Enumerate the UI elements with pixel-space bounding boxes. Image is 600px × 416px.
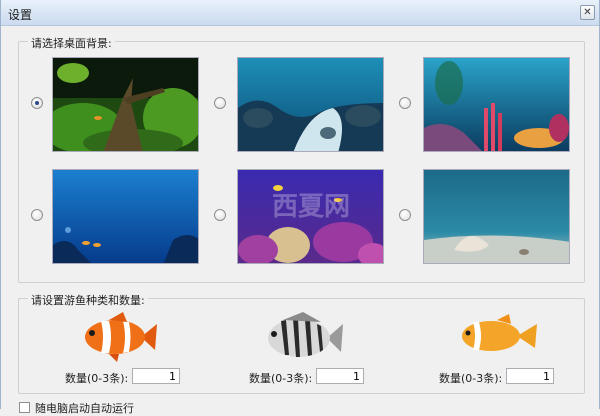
autostart-label[interactable]: 随电脑启动自动运行	[35, 400, 134, 416]
orange-clownfish-icon[interactable]	[457, 314, 539, 358]
thumbnail-bg-2[interactable]	[237, 57, 384, 152]
radio-bg-3[interactable]	[399, 97, 411, 109]
thumbnail-bg-3[interactable]	[423, 57, 570, 152]
thumbnail-bg-5[interactable]: 西夏网	[237, 169, 384, 264]
radio-bg-4[interactable]	[31, 209, 43, 221]
radio-bg-2[interactable]	[214, 97, 226, 109]
thumbnail-bg-6[interactable]	[423, 169, 570, 264]
fish-2-quantity-label: 数量(0-3条):	[249, 372, 313, 385]
watermark-text: 西夏网	[272, 192, 350, 222]
thumbnail-bg-4[interactable]	[52, 169, 199, 264]
settings-window: 设置 ✕ 请选择桌面背景: 西夏网 请设置游鱼种类和数量: 数量(0-3条): …	[0, 0, 600, 415]
fish-3-quantity-label: 数量(0-3条):	[439, 372, 503, 385]
window-title: 设置	[8, 8, 33, 22]
fish-1-quantity-label: 数量(0-3条):	[65, 372, 129, 385]
fish-2-quantity-input[interactable]	[316, 368, 364, 384]
radio-bg-5[interactable]	[214, 209, 226, 221]
clownfish-icon[interactable]	[79, 312, 159, 362]
autostart-checkbox[interactable]	[19, 402, 30, 413]
fish-3-quantity-input[interactable]	[506, 368, 554, 384]
radio-bg-1[interactable]	[31, 97, 43, 109]
title-bar: 设置 ✕	[1, 0, 599, 26]
thumbnail-bg-1[interactable]	[52, 57, 199, 152]
fish-1-quantity-input[interactable]	[132, 368, 180, 384]
striped-fish-icon[interactable]	[263, 312, 345, 364]
radio-bg-6[interactable]	[399, 209, 411, 221]
background-group-label: 请选择桌面背景:	[28, 35, 115, 51]
close-icon[interactable]: ✕	[580, 5, 595, 20]
fish-group-label: 请设置游鱼种类和数量:	[28, 292, 148, 308]
